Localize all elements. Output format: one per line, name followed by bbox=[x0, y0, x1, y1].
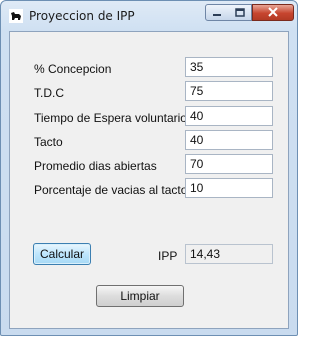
tacto-field[interactable]: 40 bbox=[185, 130, 273, 150]
ipp-label: IPP bbox=[158, 249, 178, 263]
tdc-label: T.D.C bbox=[34, 86, 64, 100]
concepcion-field[interactable]: 35 bbox=[185, 57, 273, 77]
concepcion-label: % Concepcion bbox=[34, 62, 112, 76]
minimize-button[interactable] bbox=[205, 4, 229, 21]
app-window: Proyeccion de IPP % Concepcion 35 T.D.C … bbox=[0, 0, 298, 336]
title-bar[interactable]: Proyeccion de IPP bbox=[1, 1, 297, 31]
tiempo-espera-label: Tiempo de Espera voluntario bbox=[34, 111, 187, 125]
maximize-icon bbox=[234, 6, 245, 20]
calcular-button[interactable]: Calcular bbox=[33, 243, 91, 265]
limpiar-button[interactable]: Limpiar bbox=[96, 285, 184, 307]
promedio-dias-label: Promedio dias abiertas bbox=[34, 159, 157, 173]
promedio-dias-field[interactable]: 70 bbox=[185, 154, 273, 174]
minimize-icon bbox=[212, 6, 222, 20]
maximize-button[interactable] bbox=[228, 4, 252, 21]
tdc-field[interactable]: 75 bbox=[185, 81, 273, 101]
window-title: Proyeccion de IPP bbox=[29, 9, 135, 23]
close-icon bbox=[268, 6, 278, 20]
app-icon bbox=[9, 9, 23, 23]
tacto-label: Tacto bbox=[34, 135, 63, 149]
porcentaje-vacias-field[interactable]: 10 bbox=[185, 178, 273, 198]
form-panel: % Concepcion 35 T.D.C 75 Tiempo de Esper… bbox=[9, 31, 289, 329]
ipp-result-field: 14,43 bbox=[185, 244, 273, 264]
tiempo-espera-field[interactable]: 40 bbox=[185, 106, 273, 126]
close-button[interactable] bbox=[252, 4, 294, 21]
porcentaje-vacias-label: Porcentaje de vacias al tacto bbox=[34, 183, 188, 197]
